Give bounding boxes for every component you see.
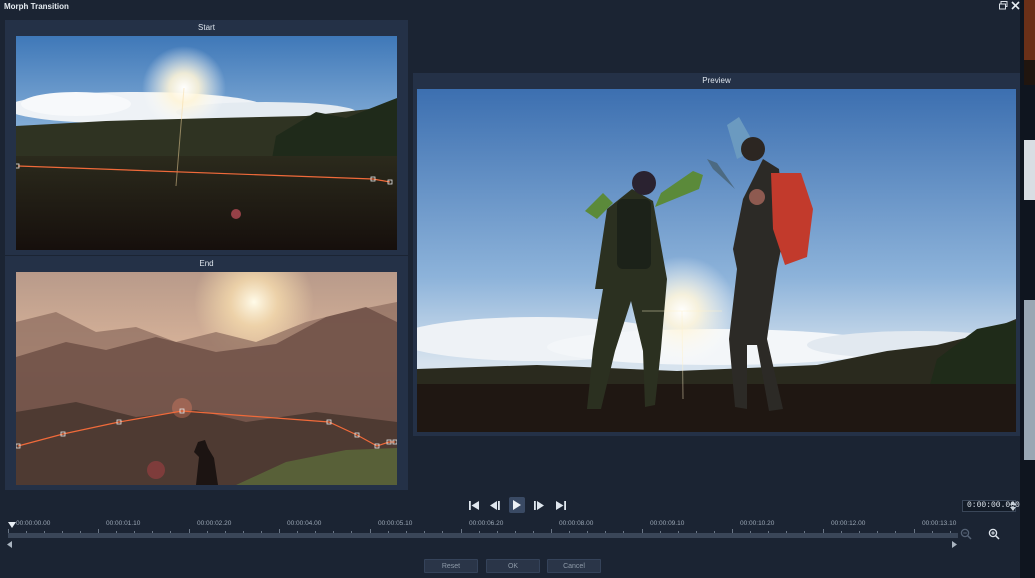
go-to-end-button[interactable]	[553, 497, 569, 513]
ruler-label: 00:00:04.00	[287, 520, 322, 527]
ruler-label: 00:00:06.20	[469, 520, 504, 527]
start-panel-label: Start	[198, 23, 215, 32]
play-icon	[513, 500, 521, 510]
zoom-in-icon[interactable]	[988, 528, 1000, 540]
start-image[interactable]	[16, 36, 397, 250]
end-panel-label: End	[199, 259, 214, 268]
scroll-left-icon[interactable]	[7, 541, 12, 550]
reset-button[interactable]: Reset	[424, 559, 478, 573]
background-window-edge	[1020, 0, 1035, 578]
go-to-start-icon	[469, 500, 479, 510]
ruler-label: 00:00:02.20	[197, 520, 232, 527]
ruler-label: 00:00:12.00	[831, 520, 866, 527]
timeline-scrollbar[interactable]	[5, 541, 958, 550]
previous-frame-button[interactable]	[487, 497, 503, 513]
go-to-start-button[interactable]	[466, 497, 482, 513]
zoom-out-icon[interactable]	[960, 528, 972, 540]
play-button[interactable]	[509, 497, 525, 513]
go-to-end-icon	[556, 500, 566, 510]
previous-frame-icon	[490, 500, 500, 510]
ruler-label: 00:00:08.00	[559, 520, 594, 527]
timecode-spinner-icon[interactable]	[1010, 500, 1016, 512]
ruler-label: 00:00:13.10	[922, 520, 957, 527]
cancel-button[interactable]: Cancel	[547, 559, 601, 573]
next-frame-button[interactable]	[531, 497, 547, 513]
scroll-right-icon[interactable]	[952, 541, 957, 550]
ruler-label: 00:00:05.10	[378, 520, 413, 527]
ruler-label: 00:00:01.10	[106, 520, 141, 527]
timeline-track[interactable]	[8, 533, 958, 538]
window-title: Morph Transition	[4, 2, 69, 11]
ruler-label: 00:00:00.00	[16, 520, 51, 527]
ok-button[interactable]: OK	[486, 559, 540, 573]
timecode-field[interactable]: 0:00:00.000	[962, 500, 1020, 512]
ruler-label: 00:00:09.10	[650, 520, 685, 527]
end-image[interactable]	[16, 272, 397, 485]
playhead[interactable]	[8, 522, 16, 528]
restore-icon[interactable]	[998, 1, 1009, 12]
preview-image	[417, 89, 1016, 432]
ruler-label: 00:00:10.20	[740, 520, 775, 527]
preview-panel-label: Preview	[702, 76, 731, 85]
next-frame-icon	[534, 500, 544, 510]
title-bar: Morph Transition	[0, 0, 1035, 14]
